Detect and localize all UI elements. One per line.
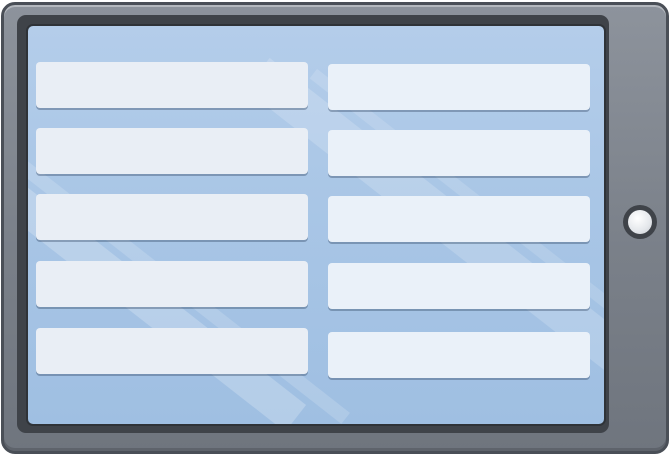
field-left-3[interactable]: [36, 194, 308, 240]
field-right-5[interactable]: [328, 332, 590, 378]
field-right-3[interactable]: [328, 196, 590, 242]
tablet-screen: [26, 24, 606, 426]
field-right-4[interactable]: [328, 263, 590, 309]
home-button[interactable]: [623, 205, 657, 239]
field-left-5[interactable]: [36, 328, 308, 374]
field-left-2[interactable]: [36, 128, 308, 174]
field-left-1[interactable]: [36, 62, 308, 108]
field-right-2[interactable]: [328, 130, 590, 176]
field-right-1[interactable]: [328, 64, 590, 110]
home-button-icon: [628, 210, 652, 234]
field-left-4[interactable]: [36, 261, 308, 307]
